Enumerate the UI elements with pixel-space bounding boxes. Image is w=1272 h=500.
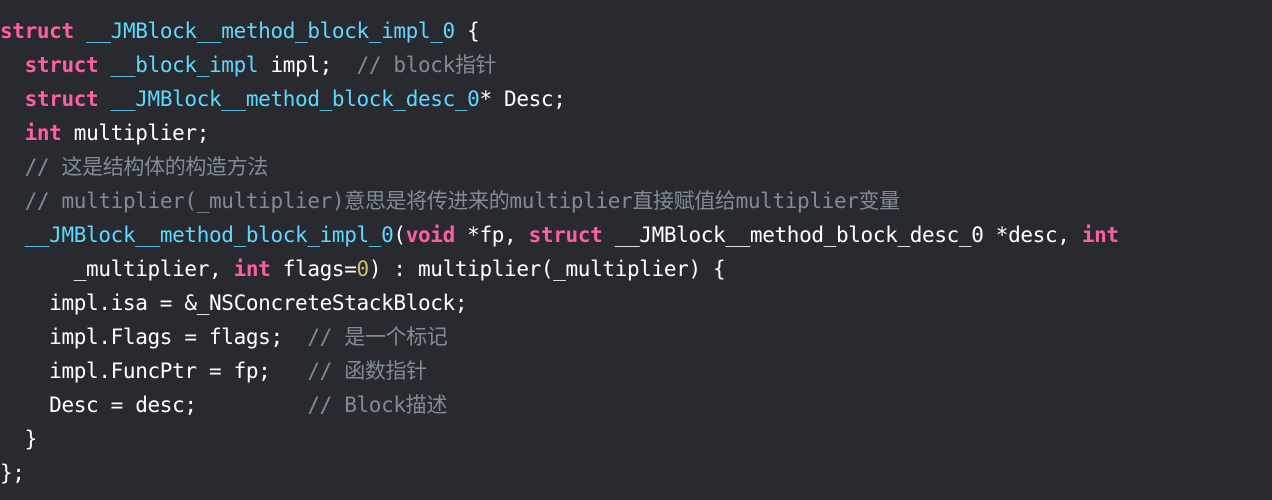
code-line-2[interactable]: struct __block_impl impl; // block指针: [0, 48, 1272, 82]
code-line-10[interactable]: impl.Flags = flags; // 是一个标记: [0, 320, 1272, 354]
code-token: Desc = desc;: [0, 393, 308, 417]
code-line-4[interactable]: int multiplier;: [0, 116, 1272, 150]
code-token: __JMBlock__method_block_impl_0: [24, 223, 394, 247]
code-line-3[interactable]: struct __JMBlock__method_block_desc_0* D…: [0, 82, 1272, 116]
code-token: impl.isa = &_NSConcreteStackBlock;: [0, 291, 468, 315]
code-line-7[interactable]: __JMBlock__method_block_impl_0(void *fp,…: [0, 218, 1272, 252]
code-token: int: [1081, 223, 1119, 247]
code-token: impl.FuncPtr = fp;: [0, 359, 308, 383]
code-token: impl.Flags = flags;: [0, 325, 308, 349]
code-token: {: [454, 19, 480, 43]
code-line-8[interactable]: _multiplier, int flags=0) : multiplier(_…: [0, 252, 1272, 286]
code-comment: // block指针: [356, 53, 497, 77]
code-token: __JMBlock__method_block_desc_0 *desc,: [602, 223, 1082, 247]
code-token: __JMBlock__method_block_impl_0: [86, 19, 455, 43]
code-token: __block_impl: [110, 53, 259, 77]
code-comment: // 函数指针: [307, 359, 427, 383]
code-comment: // 是一个标记: [307, 325, 448, 349]
code-editor[interactable]: struct __JMBlock__method_block_impl_0 { …: [0, 0, 1272, 500]
code-line-12[interactable]: Desc = desc; // Block描述: [0, 388, 1272, 422]
code-token: flags=: [270, 257, 357, 281]
code-token: multiplier;: [61, 121, 210, 145]
code-line-11[interactable]: impl.FuncPtr = fp; // 函数指针: [0, 354, 1272, 388]
code-line-9[interactable]: impl.isa = &_NSConcreteStackBlock;: [0, 286, 1272, 320]
code-line-5[interactable]: // 这是结构体的构造方法: [0, 150, 1272, 184]
code-token: *fp,: [454, 223, 529, 247]
code-token: struct: [0, 19, 74, 43]
code-token: _multiplier,: [0, 257, 234, 281]
code-line-13[interactable]: }: [0, 422, 1272, 456]
code-token: struct: [528, 223, 603, 247]
code-token: (: [393, 223, 406, 247]
code-token: int: [24, 121, 62, 145]
code-line-14[interactable]: };: [0, 456, 1272, 490]
code-line-1[interactable]: struct __JMBlock__method_block_impl_0 {: [0, 14, 1272, 48]
code-token: void: [405, 223, 456, 247]
code-token: ) : multiplier(_multiplier) {: [368, 257, 726, 281]
code-token: }: [0, 427, 38, 451]
code-token: * Desc;: [479, 87, 566, 111]
code-token: impl;: [258, 53, 357, 77]
code-comment: // 这是结构体的构造方法: [24, 155, 269, 179]
code-token: };: [0, 461, 25, 485]
code-token: struct: [24, 53, 99, 77]
code-token: struct: [24, 87, 99, 111]
code-number: 0: [356, 257, 370, 281]
code-token: int: [233, 257, 271, 281]
code-token: __JMBlock__method_block_desc_0: [110, 87, 480, 111]
code-line-6[interactable]: // multiplier(_multiplier)意思是将传进来的multip…: [0, 184, 1272, 218]
code-comment: // multiplier(_multiplier)意思是将传进来的multip…: [24, 189, 901, 213]
code-comment: // Block描述: [307, 393, 447, 417]
